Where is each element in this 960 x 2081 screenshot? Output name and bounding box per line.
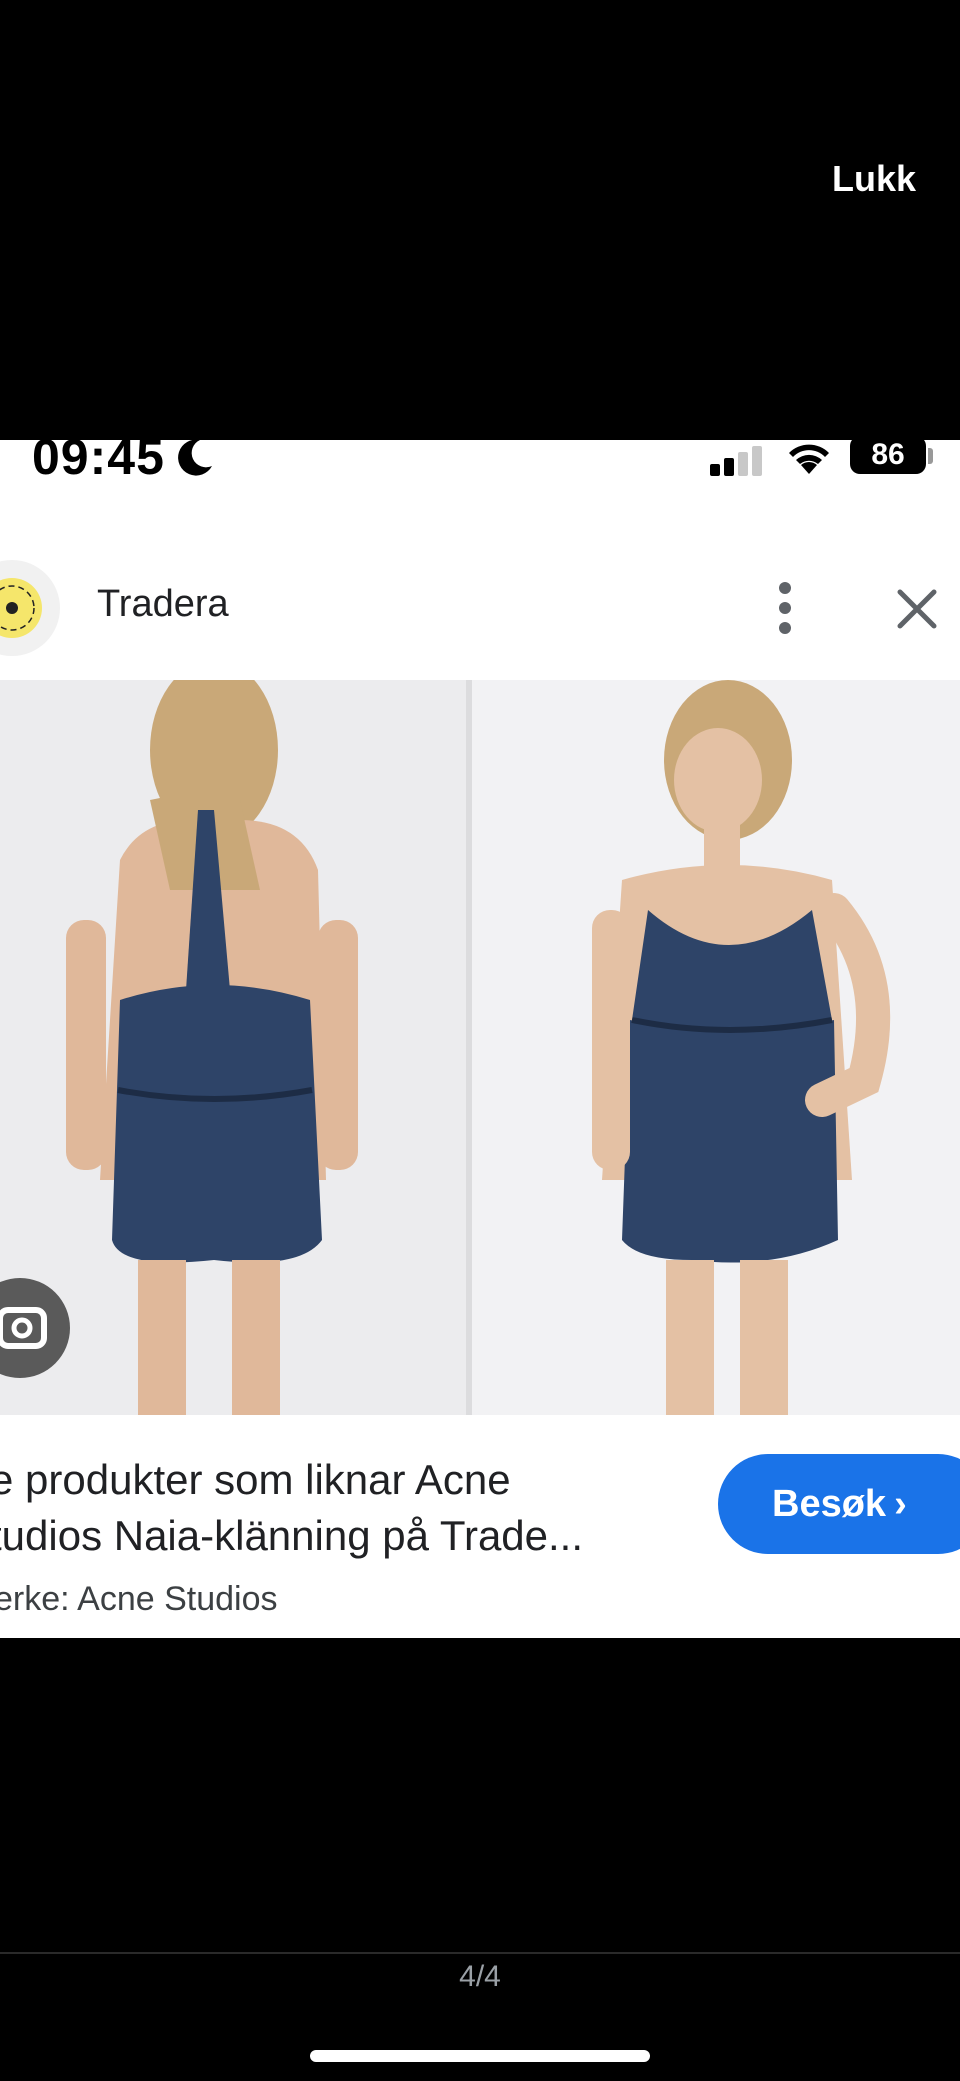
battery-tip (928, 448, 933, 464)
do-not-disturb-icon (178, 440, 212, 476)
close-viewer-link[interactable]: Lukk (832, 158, 916, 200)
result-brand: erke: Acne Studios (0, 1580, 278, 1618)
lens-camera-icon (0, 1307, 47, 1349)
wifi-icon (789, 444, 829, 474)
cellular-signal-icon (710, 446, 762, 476)
result-title[interactable]: e produkter som liknar Acne tudios Naia-… (0, 1452, 680, 1564)
more-options-dot (779, 602, 791, 614)
tradera-seal (0, 579, 41, 637)
status-time: 09:45 (32, 440, 165, 485)
home-indicator[interactable] (310, 2050, 650, 2062)
more-options-dot (779, 582, 791, 594)
status-bar: 09:45 86 (0, 440, 960, 485)
product-image[interactable] (0, 680, 960, 1415)
more-options-button[interactable] (770, 580, 800, 636)
result-card: 09:45 86 Tradera e produkter som liknar … (0, 440, 960, 1638)
visit-button[interactable]: Besøk › (718, 1454, 960, 1554)
result-title-line: tudios Naia-klänning på Trade... (0, 1512, 584, 1559)
image-panel-front-view (472, 680, 960, 1415)
close-icon[interactable] (894, 586, 940, 632)
more-options-dot (779, 622, 791, 634)
google-lens-button[interactable] (0, 1278, 70, 1378)
dress-front-illustration (592, 680, 891, 1415)
page-counter: 4/4 (459, 1960, 501, 1993)
battery-indicator: 86 (850, 440, 926, 474)
visit-button-label: Besøk (772, 1483, 887, 1525)
chevron-right-icon: › (894, 1483, 907, 1525)
result-title-line: e produkter som liknar Acne (0, 1456, 511, 1503)
source-name[interactable]: Tradera (97, 583, 229, 626)
bottom-divider (0, 1952, 960, 1954)
tradera-logo-icon (0, 578, 42, 638)
